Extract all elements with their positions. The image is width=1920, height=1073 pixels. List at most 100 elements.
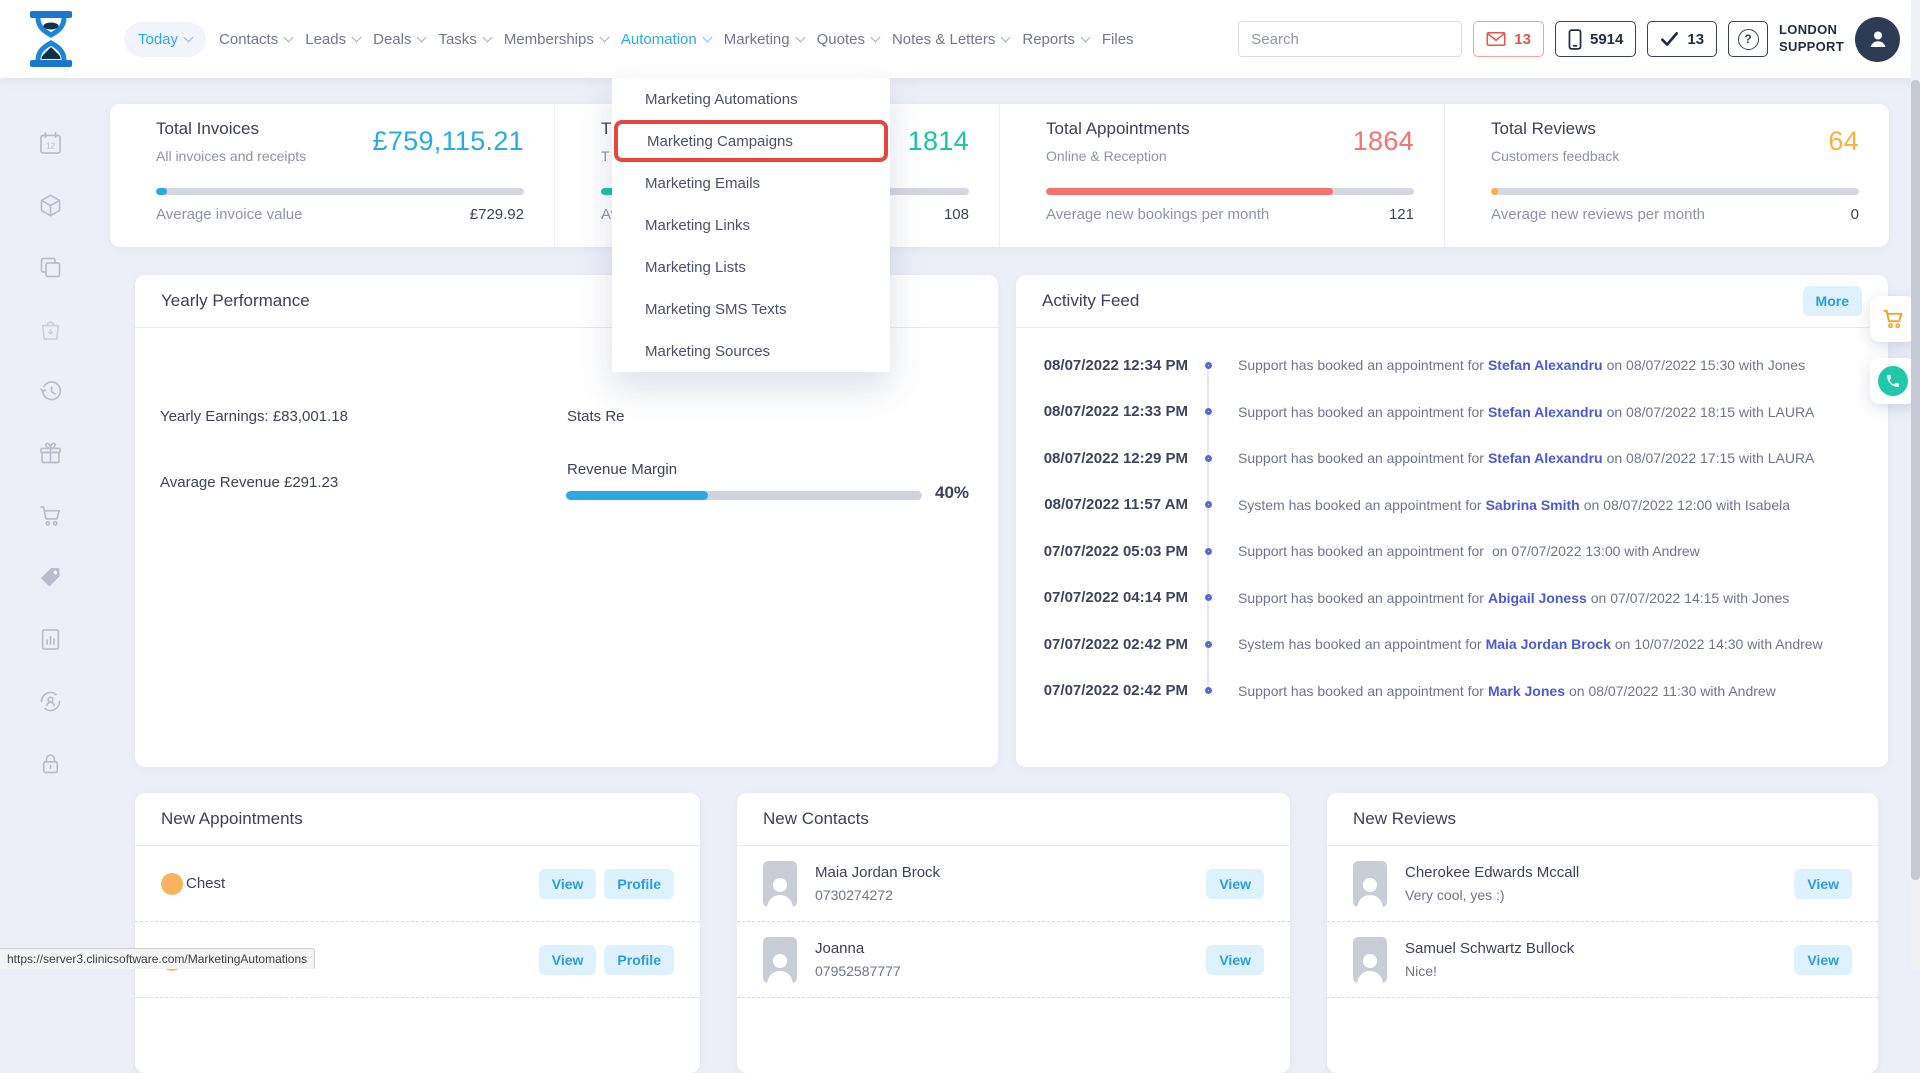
- view-button[interactable]: View: [1794, 945, 1852, 975]
- menu-item-marketing-lists[interactable]: Marketing Lists: [612, 246, 890, 288]
- gift-icon[interactable]: [37, 440, 64, 467]
- contact-link[interactable]: Maia Jordan Brock: [1486, 636, 1611, 652]
- view-button[interactable]: View: [539, 945, 597, 975]
- phone-icon: [1878, 366, 1908, 396]
- menu-item-marketing-links[interactable]: Marketing Links: [612, 204, 890, 246]
- timeline-dot: [1188, 362, 1228, 369]
- scrollbar-track[interactable]: [1911, 0, 1920, 969]
- contact-link[interactable]: Sabrina Smith: [1486, 497, 1580, 513]
- cart-icon[interactable]: [37, 502, 64, 529]
- activity-time: 08/07/2022 11:57 AM: [1016, 496, 1188, 513]
- user-avatar[interactable]: [1855, 17, 1900, 62]
- activity-time: 07/07/2022 04:14 PM: [1016, 589, 1188, 606]
- contact-link[interactable]: Mark Jones: [1488, 683, 1565, 699]
- nav-marketing[interactable]: Marketing: [724, 31, 804, 48]
- menu-item-marketing-automations[interactable]: Marketing Automations: [612, 78, 890, 120]
- app-logo[interactable]: [28, 10, 74, 68]
- nav-automation[interactable]: Automation: [621, 31, 711, 48]
- profile-button[interactable]: Profile: [604, 869, 674, 899]
- user-sync-icon[interactable]: [37, 688, 64, 715]
- revenue-margin-label: Revenue Margin: [567, 461, 677, 478]
- activity-text: Support has booked an appointment foron …: [1228, 543, 1888, 559]
- contact-link[interactable]: Stefan Alexandru: [1488, 450, 1603, 466]
- timeline-dot: [1188, 594, 1228, 601]
- panel-title: New Contacts: [763, 809, 869, 829]
- price-tag-icon[interactable]: [37, 564, 64, 591]
- person-icon: [1866, 27, 1890, 51]
- help-button[interactable]: ?: [1728, 21, 1768, 57]
- panel-title: New Appointments: [161, 809, 303, 829]
- stats-refreshed-text: Stats Re: [567, 408, 625, 425]
- nav-reports[interactable]: Reports: [1022, 31, 1089, 48]
- chevron-down-icon: [871, 32, 881, 42]
- history-icon[interactable]: [37, 378, 64, 405]
- contact-link[interactable]: Stefan Alexandru: [1488, 404, 1603, 420]
- icon-sidebar: 12: [0, 78, 100, 969]
- avatar: [1353, 861, 1387, 907]
- nav-files[interactable]: Files: [1102, 31, 1134, 48]
- nav-deals[interactable]: Deals: [373, 31, 425, 48]
- activity-text: System has booked an appointment forMaia…: [1228, 636, 1888, 652]
- menu-item-marketing-sources[interactable]: Marketing Sources: [612, 330, 890, 372]
- shopping-bag-icon[interactable]: [37, 316, 64, 343]
- profile-button[interactable]: Profile: [604, 945, 674, 975]
- cart-float-button[interactable]: [1870, 296, 1916, 342]
- search-input[interactable]: [1239, 22, 1462, 56]
- nav-contacts[interactable]: Contacts: [219, 31, 292, 48]
- contact-link[interactable]: Abigail Joness: [1488, 590, 1587, 606]
- view-button[interactable]: View: [1206, 945, 1264, 975]
- activity-text: Support has booked an appointment forSte…: [1228, 357, 1888, 373]
- chevron-down-icon: [599, 32, 609, 42]
- topbar-right: 13 5914 13 ? LONDON SUPPORT: [1238, 17, 1900, 62]
- more-button[interactable]: More: [1803, 286, 1862, 316]
- view-button[interactable]: View: [539, 869, 597, 899]
- activity-time: 08/07/2022 12:33 PM: [1016, 403, 1188, 420]
- contact-name: Joanna: [815, 940, 901, 957]
- chevron-down-icon: [482, 32, 492, 42]
- activity-item: 08/07/2022 12:33 PM Support has booked a…: [1016, 389, 1888, 436]
- stat-total-reviews: Total Reviews Customers feedback 64 Aver…: [1445, 104, 1889, 247]
- nav-today[interactable]: Today: [124, 22, 206, 57]
- activity-item: 08/07/2022 12:34 PM Support has booked a…: [1016, 342, 1888, 389]
- stat-title: T: [601, 119, 611, 139]
- activity-item: 07/07/2022 02:42 PM Support has booked a…: [1016, 668, 1888, 715]
- contact-phone: 0730274272: [815, 887, 940, 903]
- activity-feed-panel: Activity Feed More 08/07/2022 12:34 PM S…: [1016, 275, 1888, 767]
- tasks-badge[interactable]: 13: [1647, 21, 1717, 57]
- tasks-count: 13: [1687, 31, 1704, 48]
- nav-notes-letters[interactable]: Notes & Letters: [892, 31, 1009, 48]
- location-label: LONDON SUPPORT: [1779, 22, 1844, 56]
- copy-icon[interactable]: [37, 254, 64, 281]
- nav-memberships[interactable]: Memberships: [504, 31, 608, 48]
- call-float-button[interactable]: [1870, 358, 1916, 404]
- menu-item-marketing-emails[interactable]: Marketing Emails: [612, 162, 890, 204]
- activity-item: 07/07/2022 04:14 PM Support has booked a…: [1016, 575, 1888, 622]
- top-bar: Today Contacts Leads Deals Tasks Members…: [0, 0, 1920, 78]
- messages-badge[interactable]: 13: [1473, 21, 1544, 57]
- calls-count: 5914: [1590, 31, 1623, 48]
- view-button[interactable]: View: [1206, 869, 1264, 899]
- nav-leads[interactable]: Leads: [305, 31, 360, 48]
- contact-row: Maia Jordan Brock 0730274272 View: [737, 846, 1290, 922]
- view-button[interactable]: View: [1794, 869, 1852, 899]
- timeline-dot: [1188, 548, 1228, 555]
- menu-item-marketing-campaigns[interactable]: Marketing Campaigns: [614, 120, 888, 162]
- nav-tasks[interactable]: Tasks: [438, 31, 490, 48]
- lock-icon[interactable]: [37, 750, 64, 777]
- mobile-phone-icon: [1568, 29, 1582, 50]
- nav-quotes[interactable]: Quotes: [817, 31, 879, 48]
- package-icon[interactable]: [37, 192, 64, 219]
- contact-link[interactable]: Stefan Alexandru: [1488, 357, 1603, 373]
- stat-subtitle: All invoices and receipts: [156, 148, 306, 164]
- activity-text: System has booked an appointment forSabr…: [1228, 497, 1888, 513]
- scrollbar-thumb[interactable]: [1911, 80, 1920, 880]
- main-nav: Today Contacts Leads Deals Tasks Members…: [124, 22, 1134, 57]
- stat-value: 1814: [908, 126, 969, 157]
- calls-badge[interactable]: 5914: [1555, 21, 1636, 57]
- activity-time: 08/07/2022 12:29 PM: [1016, 450, 1188, 467]
- calendar-icon[interactable]: 12: [37, 130, 64, 157]
- menu-item-marketing-sms-texts[interactable]: Marketing SMS Texts: [612, 288, 890, 330]
- report-icon[interactable]: [37, 626, 64, 653]
- activity-text: Support has booked an appointment forSte…: [1228, 450, 1888, 466]
- revenue-margin-value: 40%: [935, 483, 969, 503]
